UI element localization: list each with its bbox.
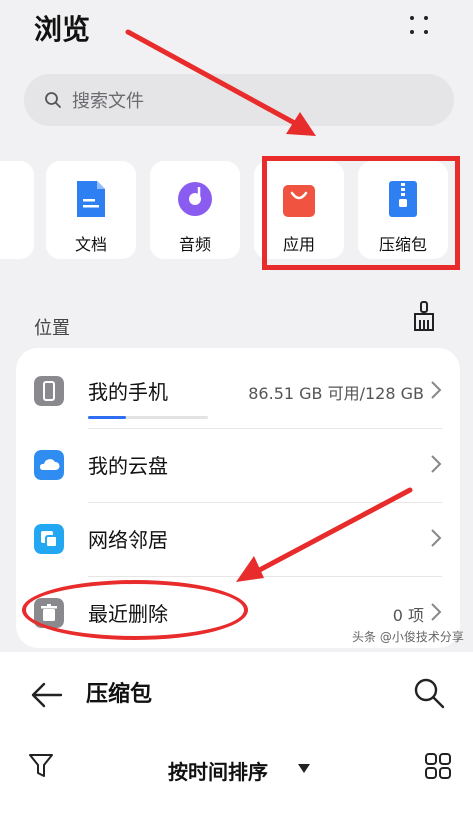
storage-value: 86.51 GB 可用/128 GB — [248, 384, 424, 403]
search-input[interactable]: 搜索文件 — [24, 74, 454, 126]
chevron-right-icon — [431, 603, 442, 621]
document-icon — [77, 181, 105, 217]
caret-down-icon — [298, 764, 310, 773]
category-audio[interactable]: 音频 — [150, 161, 240, 259]
annotation-highlight-box — [262, 156, 460, 270]
archive-title: 压缩包 — [86, 682, 153, 707]
filter-icon[interactable] — [28, 752, 54, 780]
chevron-right-icon — [431, 529, 442, 547]
chevron-right-icon — [431, 455, 442, 473]
storage-bar — [88, 416, 208, 419]
watermark: 头条 @小俊技术分享 — [352, 630, 464, 644]
storage-bar-fill — [88, 416, 127, 419]
category-documents[interactable]: 文档 — [46, 161, 136, 259]
cloud-icon — [34, 450, 64, 480]
network-icon — [34, 524, 64, 554]
annotation-highlight-ellipse — [22, 580, 248, 640]
grid-view-icon[interactable] — [424, 752, 452, 780]
audio-icon — [178, 182, 212, 216]
category-label: 文档 — [74, 235, 107, 254]
trash-count: 0 项 — [392, 606, 424, 625]
category-label: 音频 — [178, 235, 211, 254]
search-placeholder: 搜索文件 — [72, 91, 144, 112]
category-tile-partial[interactable] — [0, 161, 34, 259]
location-name: 网络邻居 — [88, 528, 168, 552]
back-arrow-icon[interactable] — [30, 680, 64, 710]
location-name: 我的手机 — [88, 380, 168, 404]
sort-button[interactable]: 按时间排序 — [168, 756, 268, 785]
location-my-cloud[interactable]: 我的云盘 — [16, 430, 460, 502]
archive-screen — [0, 652, 473, 820]
location-network-neighbors[interactable]: 网络邻居 — [16, 504, 460, 576]
phone-icon — [34, 376, 64, 406]
broom-icon[interactable] — [410, 300, 438, 334]
location-my-phone[interactable]: 我的手机 86.51 GB 可用/128 GB — [16, 356, 460, 428]
chevron-right-icon — [431, 381, 442, 399]
page-title: 浏览 — [34, 13, 91, 46]
location-name: 我的云盘 — [88, 454, 168, 478]
search-icon — [45, 92, 61, 108]
section-title: 位置 — [34, 318, 70, 339]
more-options-icon[interactable] — [408, 14, 432, 38]
search-icon[interactable] — [412, 676, 446, 710]
